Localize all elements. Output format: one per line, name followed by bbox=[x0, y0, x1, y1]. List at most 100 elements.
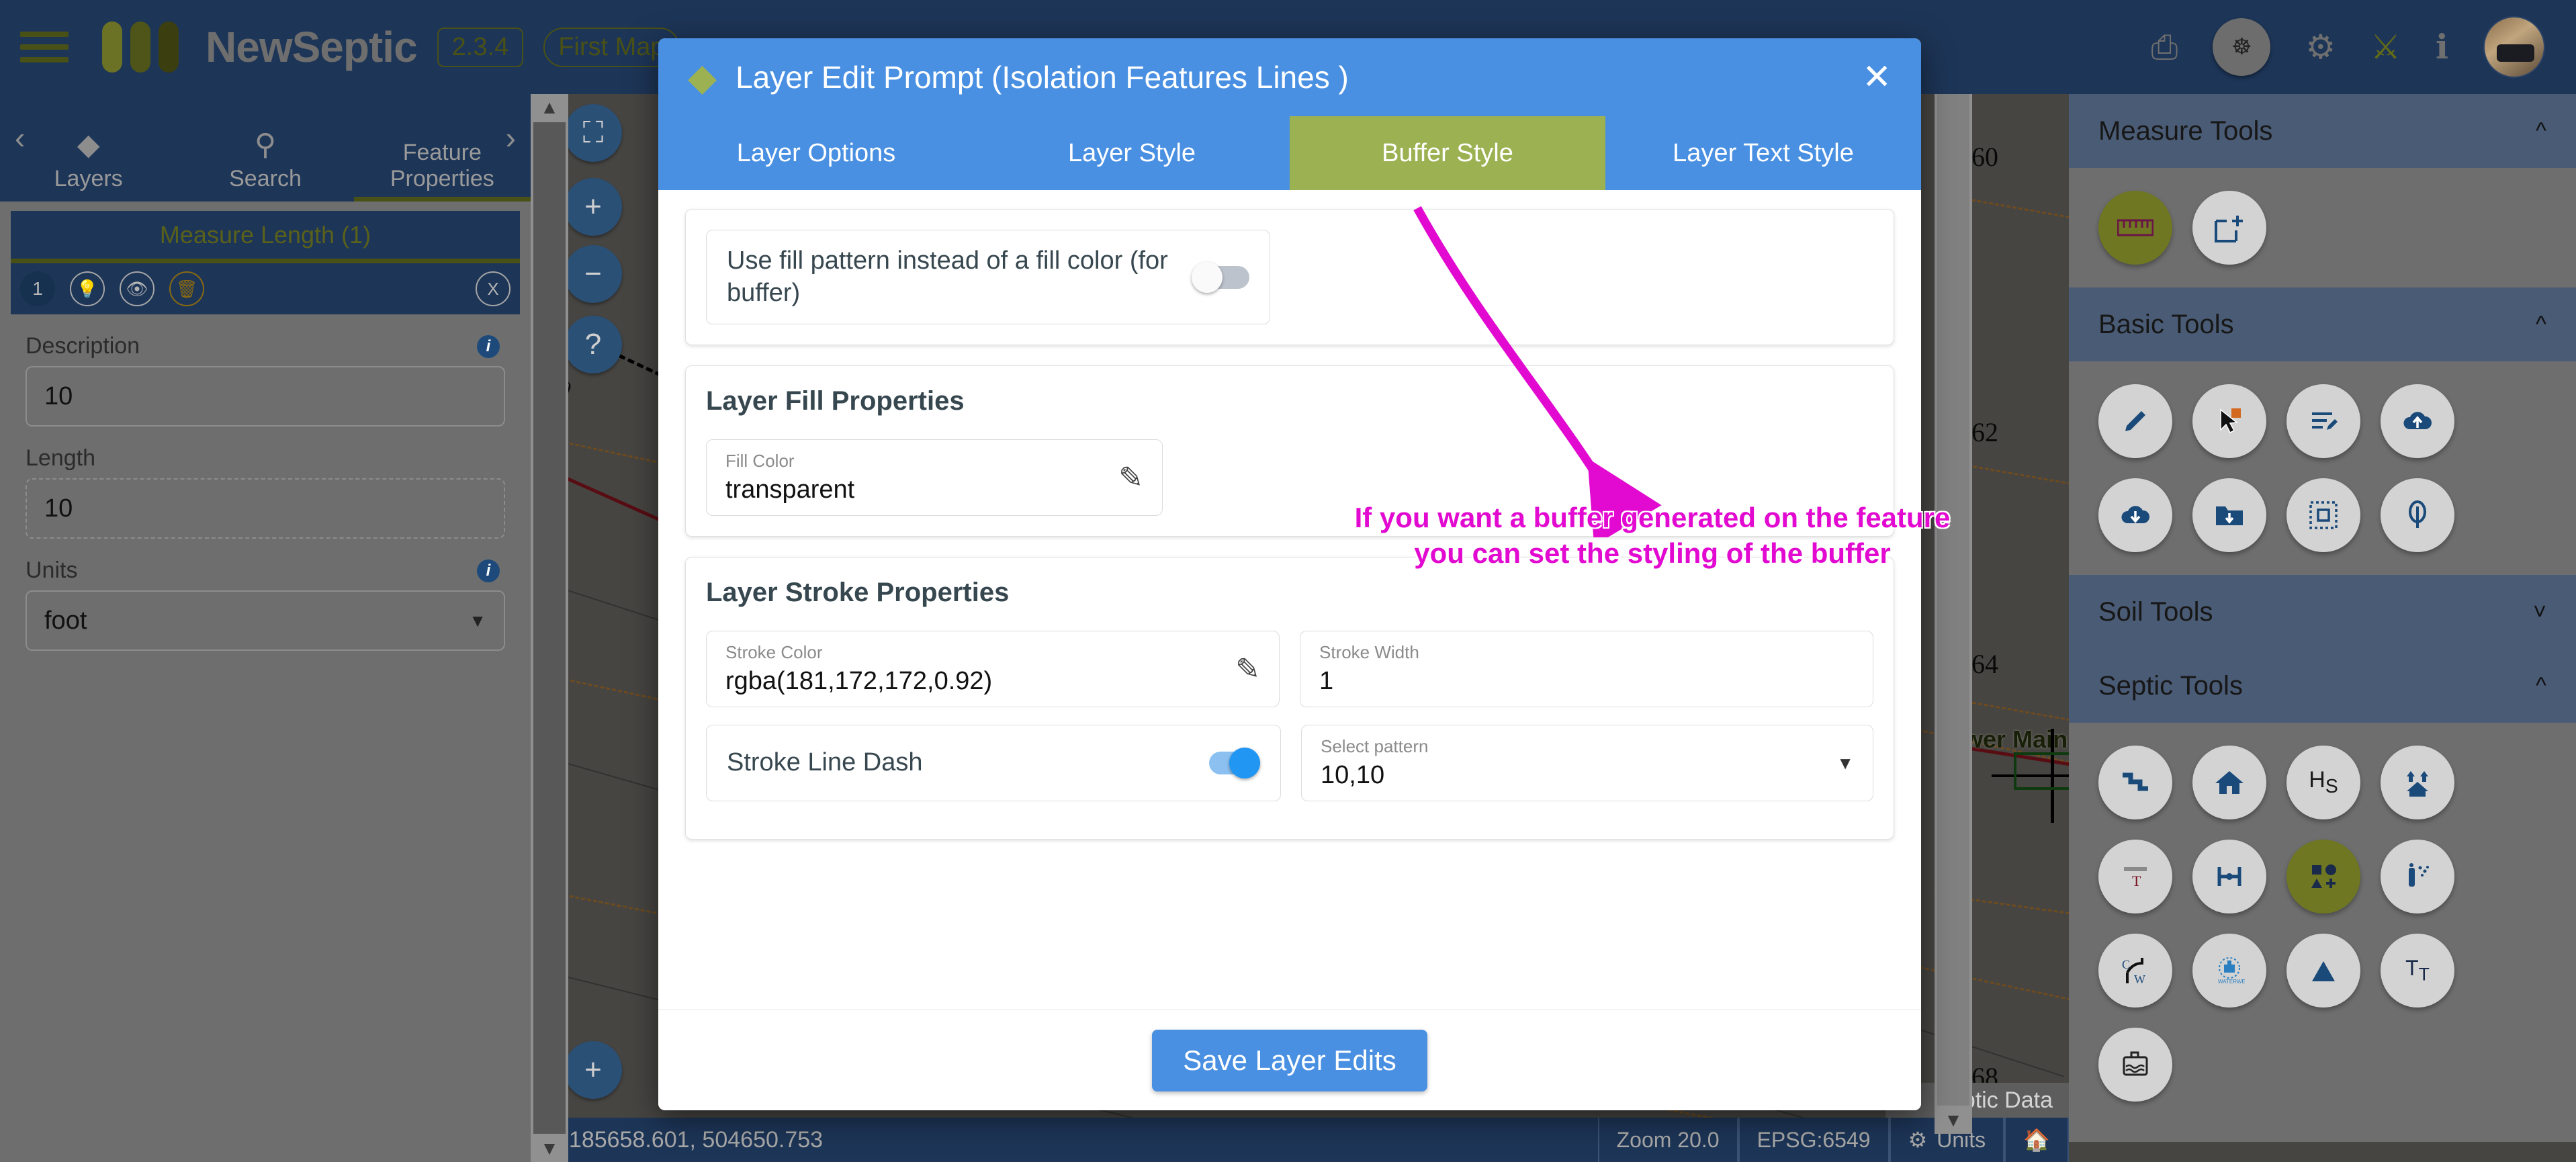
triangle-tool[interactable] bbox=[2286, 934, 2360, 1008]
units-value: foot bbox=[44, 606, 87, 635]
status-bar: 2185658.601, 504650.753 Zoom 20.0 EPSG:6… bbox=[531, 1118, 2069, 1162]
settings-gears-icon[interactable]: ⚙ bbox=[2305, 30, 2336, 64]
tt-tool[interactable]: TT bbox=[2381, 934, 2454, 1008]
tab-layer-style[interactable]: Layer Style bbox=[974, 116, 1290, 190]
scroll-down-arrow[interactable]: ▼ bbox=[1944, 1107, 1963, 1134]
select-cursor-tool[interactable] bbox=[2192, 384, 2266, 458]
org-chart-icon[interactable]: ☸ bbox=[2213, 18, 2271, 76]
distance-tool[interactable] bbox=[2192, 840, 2266, 913]
waterwell-tool[interactable]: WATERWELL bbox=[2192, 934, 2266, 1008]
leaf-tool[interactable] bbox=[2381, 478, 2454, 552]
stroke-color-label: Stroke Color bbox=[725, 642, 823, 662]
eye-off-icon[interactable]: 👁 bbox=[120, 271, 154, 306]
add-feature-button[interactable]: + bbox=[564, 1041, 622, 1099]
fill-pattern-label: Use fill pattern instead of a fill color… bbox=[727, 247, 1168, 307]
chevron-up-icon[interactable]: ^ bbox=[2536, 118, 2546, 144]
info-icon[interactable]: ℹ bbox=[2436, 30, 2448, 64]
trash-icon[interactable]: 🗑 bbox=[169, 271, 204, 306]
zoom-level[interactable]: Zoom 20.0 bbox=[1597, 1118, 1738, 1162]
tab-layer-options[interactable]: Layer Options bbox=[658, 116, 974, 190]
tank-tool[interactable] bbox=[2098, 1028, 2172, 1102]
scrollbar-thumb[interactable] bbox=[1937, 60, 1969, 1106]
gear-icon: ⚙ bbox=[1908, 1128, 1928, 1152]
tools-icon[interactable]: ⚔ bbox=[2370, 30, 2401, 64]
version-badge: 2.3.4 bbox=[437, 27, 524, 67]
print-icon[interactable]: ⎙ bbox=[2151, 30, 2178, 64]
upload-cloud-tool[interactable] bbox=[2381, 384, 2454, 458]
group-header-basic-tools[interactable]: Basic Tools ^ bbox=[2069, 287, 2576, 361]
scroll-up-arrow[interactable]: ▲ bbox=[540, 94, 559, 121]
chevron-up-icon[interactable]: ^ bbox=[2536, 673, 2546, 699]
select-box-tool[interactable] bbox=[2286, 478, 2360, 552]
group-header-septic-tools[interactable]: Septic Tools ^ bbox=[2069, 649, 2576, 723]
measure-area-tool[interactable] bbox=[2192, 191, 2266, 265]
fill-pattern-switch[interactable] bbox=[1192, 261, 1249, 293]
hs-label-tool[interactable]: HS bbox=[2286, 746, 2360, 819]
stroke-line-dash-row[interactable]: Stroke Line Dash bbox=[706, 725, 1281, 801]
home-button[interactable]: 🏠 bbox=[2004, 1118, 2069, 1162]
map-vertical-scrollbar-left[interactable]: ▲ ▼ bbox=[531, 94, 568, 1162]
annotation-line-2: you can set the styling of the buffer bbox=[1414, 537, 1891, 569]
scrollbar-thumb[interactable] bbox=[533, 122, 566, 1134]
scroll-down-arrow[interactable]: ▼ bbox=[540, 1135, 559, 1162]
group-header-soil-tools[interactable]: Soil Tools ˅ bbox=[2069, 575, 2576, 649]
feature-icon bbox=[354, 102, 531, 136]
search-icon: ⚲ bbox=[254, 128, 277, 161]
zoom-out-button[interactable]: − bbox=[564, 245, 622, 303]
avatar[interactable] bbox=[2483, 16, 2545, 78]
draw-pencil-tool[interactable] bbox=[2098, 384, 2172, 458]
shapes-tool[interactable] bbox=[2286, 840, 2360, 913]
tab-layers[interactable]: ◆ Layers bbox=[0, 128, 177, 202]
zoom-in-button[interactable]: + bbox=[564, 178, 622, 236]
length-input[interactable]: 10 bbox=[26, 478, 505, 539]
flashlight-icon[interactable]: 💡 bbox=[70, 271, 105, 306]
fill-color-label: Fill Color bbox=[725, 451, 795, 471]
tab-layer-text-style[interactable]: Layer Text Style bbox=[1605, 116, 1921, 190]
measure-length-tool[interactable] bbox=[2098, 191, 2172, 265]
stroke-width-field[interactable]: Stroke Width 1 bbox=[1300, 631, 1873, 707]
edit-attributes-tool[interactable] bbox=[2286, 384, 2360, 458]
info-icon[interactable]: i bbox=[477, 334, 500, 358]
fill-pattern-toggle-row[interactable]: Use fill pattern instead of a fill color… bbox=[706, 230, 1270, 324]
length-value: 10 bbox=[44, 494, 73, 523]
fill-color-field[interactable]: Fill Color transparent ✎ bbox=[706, 439, 1163, 516]
eyedropper-icon[interactable]: ✎ bbox=[1118, 461, 1143, 495]
chevron-down-icon: ▼ bbox=[469, 610, 486, 631]
tab-search[interactable]: ⚲ Search bbox=[177, 128, 353, 202]
units-select[interactable]: foot ▼ bbox=[26, 590, 505, 651]
save-layer-edits-button[interactable]: Save Layer Edits bbox=[1152, 1029, 1427, 1091]
projection-code[interactable]: EPSG:6549 bbox=[1738, 1118, 1890, 1162]
fit-extent-button[interactable]: ⛶ bbox=[564, 104, 622, 162]
download-cloud-tool[interactable] bbox=[2098, 478, 2172, 552]
info-icon[interactable]: i bbox=[477, 559, 500, 582]
close-icon[interactable]: ✕ bbox=[1862, 57, 1892, 97]
pattern-select[interactable]: Select pattern 10,10 ▼ bbox=[1301, 725, 1873, 801]
chevron-down-icon[interactable]: ˅ bbox=[2533, 599, 2546, 625]
group-header-measure-tools[interactable]: Measure Tools ^ bbox=[2069, 94, 2576, 168]
stroke-line-dash-label: Stroke Line Dash bbox=[727, 748, 923, 777]
eyedropper-icon[interactable]: ✎ bbox=[1235, 652, 1260, 686]
folder-download-tool[interactable] bbox=[2192, 478, 2266, 552]
right-tools-sidebar: Measure Tools ^ Basic Tools ^ Soil Tools… bbox=[2069, 94, 2576, 1142]
map-vertical-scrollbar-right[interactable]: ▲ ▼ bbox=[1935, 32, 1972, 1134]
tab-feature-properties[interactable]: Feature Properties bbox=[353, 102, 531, 202]
tee-tool[interactable]: T bbox=[2098, 840, 2172, 913]
locate-icon: ? bbox=[584, 328, 602, 361]
chevron-up-icon[interactable]: ^ bbox=[2536, 312, 2546, 338]
pipe-tool[interactable] bbox=[2098, 746, 2172, 819]
stroke-line-dash-switch[interactable] bbox=[1196, 748, 1260, 778]
spray-tool[interactable] bbox=[2381, 840, 2454, 913]
cw-pipe-tool[interactable]: CW bbox=[2098, 934, 2172, 1008]
hamburger-icon[interactable] bbox=[20, 24, 69, 70]
stroke-color-field[interactable]: Stroke Color rgba(181,172,172,0.92) ✎ bbox=[706, 631, 1280, 707]
stroke-section-title: Layer Stroke Properties bbox=[706, 578, 1010, 607]
description-input[interactable]: 10 bbox=[26, 366, 505, 427]
locate-button[interactable]: ? bbox=[564, 316, 622, 373]
home-icon: 🏠 bbox=[2023, 1128, 2050, 1152]
close-x-icon[interactable]: X bbox=[476, 271, 510, 306]
multi-house-tool[interactable] bbox=[2381, 746, 2454, 819]
group-title: Septic Tools bbox=[2098, 670, 2243, 701]
chevron-down-icon[interactable]: ▼ bbox=[1836, 753, 1854, 774]
tab-buffer-style[interactable]: Buffer Style bbox=[1290, 116, 1605, 190]
house-tool[interactable] bbox=[2192, 746, 2266, 819]
